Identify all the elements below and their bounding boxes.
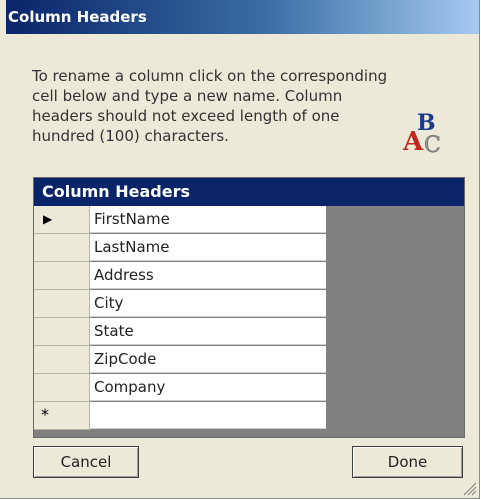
abc-rename-icon: B C A [402,110,441,154]
svg-text:A: A [402,127,424,154]
instructions-line: To rename a column click on the correspo… [32,67,388,85]
table-row[interactable]: Address [34,262,326,290]
row-header[interactable] [34,234,90,262]
row-header[interactable]: ▶ [34,206,90,234]
column-name-cell[interactable]: Company [90,374,326,401]
new-row-asterisk-icon: * [41,405,49,424]
window-title: Column Headers [6,0,479,34]
column-headers-grid: Column Headers ▶ FirstName LastName Addr… [33,177,465,438]
column-name-cell[interactable]: FirstName [90,206,326,233]
row-header[interactable] [34,290,90,318]
column-name-cell[interactable]: LastName [90,234,326,261]
done-button[interactable]: Done [352,446,463,478]
instructions-line: cell below and type a new name. Column [32,87,343,105]
instructions-line: headers should not exceed length of one [32,107,340,125]
table-row[interactable]: LastName [34,234,326,262]
column-name-cell[interactable]: ZipCode [90,346,326,373]
current-row-arrow-icon: ▶ [43,212,53,226]
grid-caption: Column Headers [34,178,464,206]
resize-grip-icon[interactable] [459,478,477,496]
column-headers-dialog: Column Headers To rename a column click … [0,0,480,499]
new-column-name-cell[interactable] [90,402,326,429]
new-row[interactable]: * [34,402,326,430]
table-row[interactable]: ▶ FirstName [34,206,326,234]
cancel-button[interactable]: Cancel [33,446,139,478]
table-row[interactable]: State [34,318,326,346]
row-header[interactable] [34,374,90,402]
column-name-cell[interactable]: State [90,318,326,345]
column-name-cell[interactable]: City [90,290,326,317]
table-row[interactable]: ZipCode [34,346,326,374]
row-header[interactable] [34,262,90,290]
instructions-line: hundred (100) characters. [32,127,229,145]
table-row[interactable]: Company [34,374,326,402]
row-header[interactable] [34,346,90,374]
table-row[interactable]: City [34,290,326,318]
svg-text:C: C [424,133,441,154]
instructions-text: To rename a column click on the correspo… [32,66,452,146]
column-name-cell[interactable]: Address [90,262,326,289]
row-header[interactable] [34,318,90,346]
row-header[interactable]: * [34,402,90,430]
